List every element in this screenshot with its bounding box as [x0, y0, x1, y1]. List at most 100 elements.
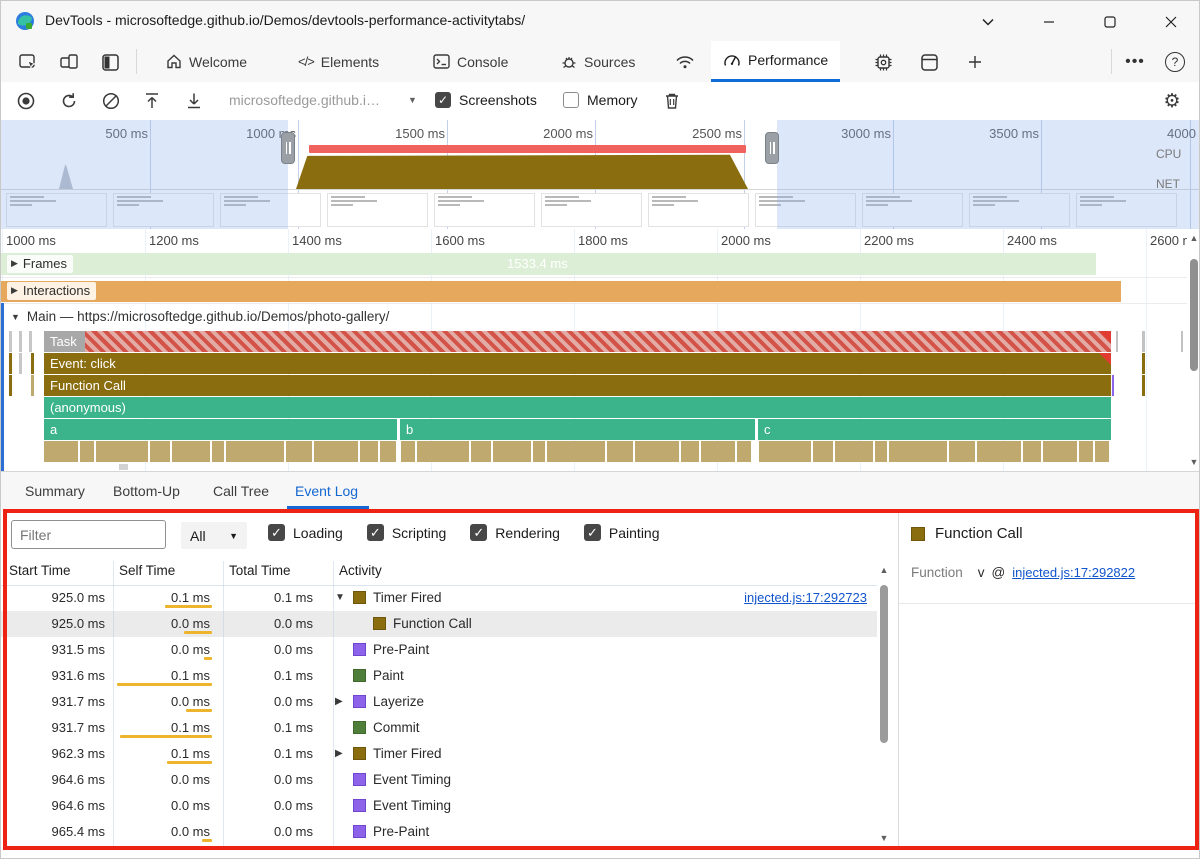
cell-total-time: 0.0 ms: [273, 616, 313, 631]
scroll-up-icon[interactable]: ▲: [877, 565, 891, 575]
task-sliver: [9, 331, 12, 352]
trash-icon: [664, 92, 680, 110]
screenshots-checkbox[interactable]: ✓ Screenshots: [435, 92, 537, 108]
expand-right-icon[interactable]: ▶: [335, 696, 343, 707]
drawer-panel-button[interactable]: [911, 49, 947, 75]
screenshot-thumbnail[interactable]: [327, 193, 428, 227]
table-row[interactable]: 925.0 ms 0.0 ms 0.0 ms Function Call: [1, 611, 877, 637]
table-row[interactable]: 964.6 ms 0.0 ms 0.0 ms Event Timing: [1, 793, 877, 819]
add-tab-button[interactable]: [957, 49, 993, 75]
device-emulation-button[interactable]: [51, 49, 87, 75]
drawer-icon: [920, 53, 938, 71]
expand-down-icon[interactable]: ▼: [335, 592, 345, 603]
column-activity[interactable]: Activity: [339, 563, 382, 578]
tab-summary[interactable]: Summary: [15, 472, 95, 510]
cpu-panel-button[interactable]: [865, 49, 901, 75]
more-dots-icon: •••: [1125, 53, 1145, 70]
tab-console-label: Console: [457, 53, 509, 70]
load-profile-button[interactable]: [139, 89, 165, 113]
more-options-button[interactable]: •••: [1117, 49, 1153, 75]
expand-right-icon[interactable]: ▶: [335, 748, 343, 759]
memory-checkbox[interactable]: Memory: [563, 92, 638, 108]
table-row[interactable]: 931.5 ms 0.0 ms 0.0 ms Pre-Paint: [1, 637, 877, 663]
event-log-scrollbar[interactable]: ▲ ▼: [877, 561, 891, 846]
scroll-down-icon[interactable]: ▼: [1187, 457, 1199, 467]
column-self-time[interactable]: Self Time: [119, 563, 175, 578]
tab-event-log[interactable]: Event Log: [285, 472, 368, 510]
tab-performance-label: Performance: [748, 52, 829, 68]
profile-select[interactable]: microsoftedge.github.i…: [229, 92, 380, 108]
maximize-button[interactable]: [1090, 9, 1130, 35]
source-location-link[interactable]: injected.js:17:292723: [744, 590, 867, 605]
rendering-category-icon: [353, 825, 366, 838]
checkbox-rendering[interactable]: ✓ Rendering: [470, 524, 560, 541]
scroll-down-icon[interactable]: ▼: [877, 833, 891, 843]
screenshot-thumbnail[interactable]: [434, 193, 535, 227]
cell-activity: Event Timing: [373, 772, 452, 787]
timeline-overview[interactable]: 500 ms 1000 ms 1500 ms 2000 ms 2500 ms 3000 m…: [1, 120, 1199, 230]
table-row[interactable]: 962.3 ms 0.1 ms 0.1 ms ▶ Timer Fired: [1, 741, 877, 767]
column-total-time[interactable]: Total Time: [229, 563, 291, 578]
overview-right-handle[interactable]: [765, 132, 779, 164]
scroll-up-icon[interactable]: ▲: [1187, 233, 1199, 243]
tab-sources[interactable]: Sources: [549, 41, 647, 82]
tab-bottom-up[interactable]: Bottom-Up: [103, 472, 190, 510]
help-button[interactable]: ?: [1157, 49, 1193, 75]
cell-self-time: 0.1 ms: [170, 720, 210, 735]
screenshot-thumbnail[interactable]: [648, 193, 749, 227]
checkbox-loading[interactable]: ✓ Loading: [268, 524, 343, 541]
clear-button[interactable]: [98, 89, 124, 113]
table-row[interactable]: 925.0 ms 0.1 ms 0.1 ms ▼ Timer Fired injected…: [1, 585, 877, 611]
checkbox-scripting[interactable]: ✓ Scripting: [366, 524, 446, 541]
cell-self-time: 0.0 ms: [170, 616, 210, 631]
table-row[interactable]: 966.1 ms0.0 ms0.0 msPre-Paint: [1, 845, 877, 850]
timeline-tracks[interactable]: 1000 ms 1200 ms 1400 ms 1600 ms 1800 ms 2000 …: [1, 229, 1199, 471]
cell-start-time: 931.6 ms: [51, 668, 105, 683]
tab-elements-label: Elements: [320, 53, 380, 70]
window-chevron-button[interactable]: [968, 9, 1008, 35]
cell-activity: Timer Fired: [373, 746, 442, 761]
duration-filter-select[interactable]: All ▼: [181, 522, 247, 549]
profile-select-chevron-icon[interactable]: ▼: [408, 95, 417, 105]
checkbox-painting[interactable]: ✓ Painting: [583, 524, 660, 541]
details-source-link[interactable]: injected.js:17:292822: [1012, 565, 1135, 580]
tracks-scrollbar-thumb[interactable]: [1190, 259, 1198, 371]
gc-trash-button[interactable]: [659, 89, 685, 113]
task-sliver: [29, 331, 32, 352]
tab-console[interactable]: Console: [421, 41, 520, 82]
record-button[interactable]: [13, 89, 39, 113]
dock-side-button[interactable]: [92, 49, 128, 75]
screenshot-thumbnail[interactable]: [541, 193, 642, 227]
filter-input[interactable]: Filter: [11, 520, 166, 549]
rendering-category-icon: [353, 695, 366, 708]
tab-elements[interactable]: </> Elements: [286, 41, 391, 82]
column-start-time[interactable]: Start Time: [9, 563, 71, 578]
table-row[interactable]: 965.4 ms 0.0 ms 0.0 ms Pre-Paint: [1, 819, 877, 845]
network-conditions-button[interactable]: [667, 49, 703, 75]
tab-performance[interactable]: Performance: [711, 41, 841, 82]
scripting-category-icon: [373, 617, 386, 630]
close-button[interactable]: [1151, 9, 1191, 35]
minimize-button[interactable]: [1029, 9, 1069, 35]
table-row[interactable]: 964.6 ms 0.0 ms 0.0 ms Event Timing: [1, 767, 877, 793]
console-icon: [433, 54, 450, 69]
performance-gauge-icon: [723, 53, 741, 67]
tab-call-tree[interactable]: Call Tree: [203, 472, 279, 510]
capture-settings-button[interactable]: ⚙: [1159, 89, 1185, 113]
refresh-icon: [60, 92, 78, 110]
table-row[interactable]: 931.7 ms 0.0 ms 0.0 ms ▶ Layerize: [1, 689, 877, 715]
device-toolbar-icon: [60, 53, 78, 71]
event-log-scrollbar-thumb[interactable]: [880, 585, 888, 743]
table-row[interactable]: 931.6 ms 0.1 ms 0.1 ms Paint: [1, 663, 877, 689]
table-row[interactable]: 931.7 ms 0.1 ms 0.1 ms Commit: [1, 715, 877, 741]
reload-record-button[interactable]: [56, 89, 82, 113]
analysis-tab-strip: Summary Bottom-Up Call Tree Event Log: [1, 471, 1199, 510]
self-time-bar: [165, 605, 212, 608]
save-profile-button[interactable]: [181, 89, 207, 113]
scripting-category-icon: [353, 591, 366, 604]
checkbox-box: ✓: [366, 524, 384, 541]
tab-welcome[interactable]: Welcome: [154, 41, 259, 82]
inspect-element-button[interactable]: [10, 49, 46, 75]
tracks-scrollbar[interactable]: ▲ ▼: [1187, 231, 1199, 471]
overview-left-handle[interactable]: [281, 132, 295, 164]
